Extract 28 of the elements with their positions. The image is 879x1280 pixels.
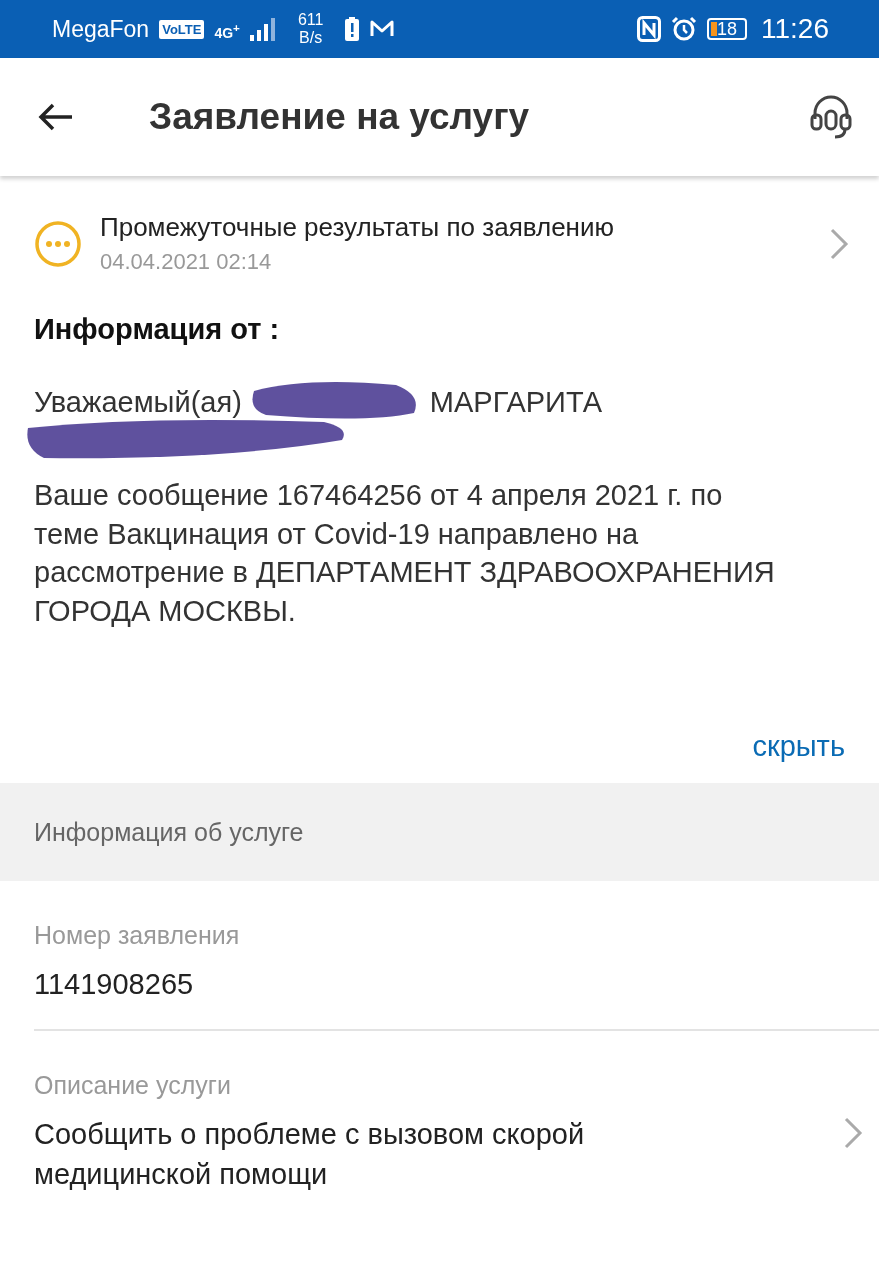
carrier-name: MegaFon [52, 15, 150, 43]
field-value: 1141908265 [34, 967, 195, 1003]
network-speed: 611 B/s [297, 10, 324, 48]
status-title: Промежуточные результаты по заявлению [100, 212, 615, 243]
field-label: Описание услуги [34, 1070, 232, 1100]
pending-icon [34, 219, 82, 268]
nfc-icon [637, 16, 661, 42]
clock-time: 11:26 [761, 13, 829, 45]
section-title: Информация об услуге [34, 817, 304, 847]
battery-level: 18 [707, 18, 747, 40]
volte-badge: VoLTE [159, 19, 205, 39]
greeting-text: Уважаемый(ая) [34, 385, 242, 419]
page-title: Заявление на услугу [149, 96, 531, 138]
battery-alert-icon [345, 17, 360, 41]
field-value: Сообщить о проблеме с вызовом скорой медицинской помощи [34, 1116, 586, 1193]
network-type: 4G$^{+}$ [214, 20, 240, 41]
hide-link[interactable]: скрыть [752, 730, 845, 764]
mail-icon [369, 19, 396, 39]
name-text: МАРГАРИТА [429, 385, 603, 419]
alarm-icon [671, 16, 697, 42]
back-button[interactable] [38, 102, 74, 132]
status-date: 04.04.2021 02:14 [100, 249, 273, 275]
status-row[interactable]: Промежуточные результаты по заявлению 04.04.2021 02:14 [0, 176, 879, 275]
info-heading: Информация от : [34, 313, 281, 346]
signal-icon [249, 17, 276, 41]
field-label: Номер заявления [34, 921, 241, 951]
chevron-icon [829, 226, 849, 261]
message-text: Ваше сообщение 167464256 от 4 апреля 2021 г. по теме Вакцинация от Covid-19 направлено на рассмотрение в ДЕПАРТАМЕНТ ЗДРАВООХРАНЕНИЯ ГОРОДА МОСКВЫ. [34, 478, 776, 629]
